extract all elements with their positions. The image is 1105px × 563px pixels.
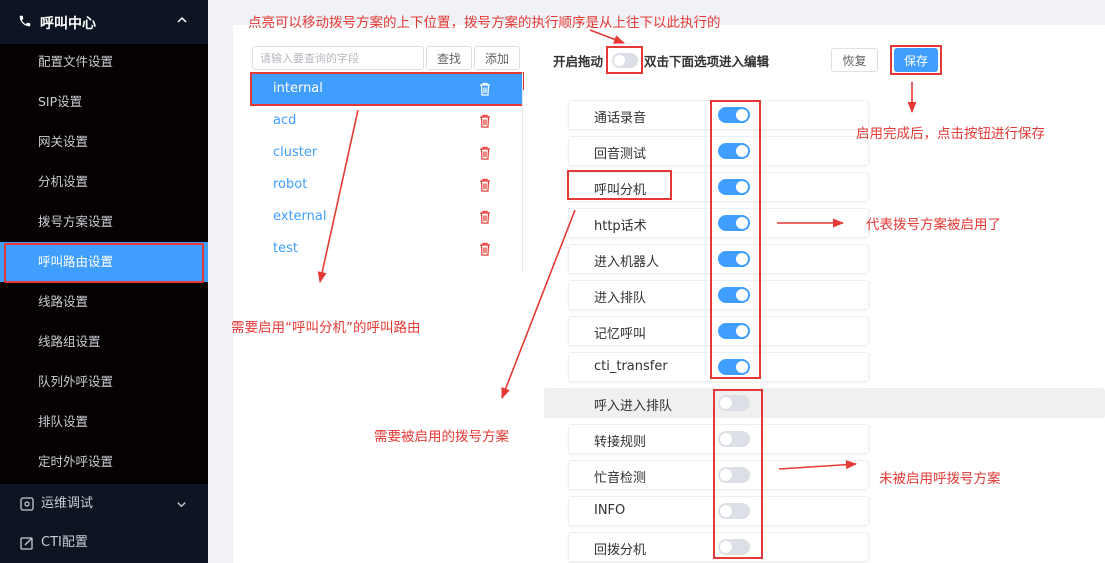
sidebar-item-queue-outbound-settings[interactable]: 队列外呼设置: [0, 362, 208, 402]
chevron-up-icon: [177, 16, 187, 23]
sidebar-item-gateway-settings[interactable]: 网关设置: [0, 122, 208, 162]
search-input[interactable]: [252, 46, 424, 70]
annotation-need-enable: 需要被启用的拨号方案: [374, 429, 509, 445]
sidebar-item-call-route-settings[interactable]: 呼叫路由设置: [0, 242, 208, 283]
sidebar-menu-label: CTI配置: [41, 535, 88, 550]
dialplan-name: cluster: [273, 145, 318, 160]
sidebar-menu-label: 运维调试: [41, 496, 94, 511]
sidebar-section-call-center[interactable]: 呼叫中心: [0, 0, 208, 44]
add-button[interactable]: 添加: [474, 46, 520, 70]
sidebar-item-scheduled-outbound-settings[interactable]: 定时外呼设置: [0, 442, 208, 482]
trash-icon[interactable]: [479, 210, 491, 224]
option-label: 转接规则: [594, 435, 647, 450]
trash-icon[interactable]: [479, 242, 491, 256]
trash-icon[interactable]: [479, 82, 491, 96]
restore-button[interactable]: 恢复: [831, 48, 878, 72]
sidebar-item-queue-settings[interactable]: 排队设置: [0, 402, 208, 442]
option-label: 回拨分机: [594, 543, 647, 558]
option-label: 进入机器人: [594, 255, 660, 270]
option-label: 进入排队: [594, 291, 647, 306]
debug-icon: [20, 497, 34, 511]
sidebar-item-line-group-settings[interactable]: 线路组设置: [0, 322, 208, 362]
enabled-toggles-highlight-box: [710, 100, 761, 379]
sidebar-item-sip-settings[interactable]: SIP设置: [0, 82, 208, 122]
annotation-route: 需要启用“呼叫分机”的呼叫路由: [231, 320, 421, 336]
option-label: 忙音检测: [594, 471, 647, 486]
dialplan-item-acd[interactable]: acd: [252, 106, 522, 136]
annotation-drag-order: 点亮可以移动拨号方案的上下位置，拨号方案的执行顺序是从上往下以此执行的: [248, 15, 721, 31]
option-label: 通话录音: [594, 111, 647, 126]
option-label: 呼入进入排队: [594, 399, 673, 414]
sidebar-item-profile-settings[interactable]: 配置文件设置: [0, 42, 208, 82]
dialplan-name: internal: [273, 81, 323, 96]
dialplan-item-cluster[interactable]: cluster: [252, 138, 522, 168]
sidebar-section-label: 呼叫中心: [40, 16, 96, 32]
trash-icon[interactable]: [479, 114, 491, 128]
dialplan-name: robot: [273, 177, 308, 192]
phone-icon: [19, 15, 31, 27]
option-label: 回音测试: [594, 147, 647, 162]
chevron-down-icon: [177, 502, 186, 508]
option-label: INFO: [594, 503, 626, 518]
dialplan-name: test: [273, 241, 298, 256]
disabled-toggles-highlight-box: [713, 389, 763, 559]
annotation-enabled: 代表拨号方案被启用了: [866, 217, 1001, 233]
sidebar-submenu: 配置文件设置 SIP设置 网关设置 分机设置 拨号方案设置 呼叫路由设置 线路设…: [0, 44, 208, 484]
drag-toggle-highlight-box: [606, 46, 643, 74]
save-button-highlight-box: [890, 45, 942, 75]
dialplan-item-robot[interactable]: robot: [252, 170, 522, 200]
sidebar-item-extension-settings[interactable]: 分机设置: [0, 162, 208, 202]
sidebar-menu-ops-debug[interactable]: 运维调试: [0, 484, 208, 524]
sidebar-item-line-settings[interactable]: 线路设置: [0, 282, 208, 322]
dialplan-item-test[interactable]: test: [252, 234, 522, 264]
option-row-inbound-queue[interactable]: 呼入进入排队: [544, 388, 1105, 418]
annotation-save-hint: 启用完成后，点击按钮进行保存: [856, 126, 1045, 142]
sidebar: 呼叫中心 配置文件设置 SIP设置 网关设置 分机设置 拨号方案设置 呼叫路由设…: [0, 0, 208, 563]
option-label: 记忆呼叫: [594, 327, 647, 342]
dialplan-name: acd: [273, 113, 297, 128]
dialplan-item-internal[interactable]: internal: [250, 72, 524, 106]
dblclick-edit-hint: 双击下面选项进入编辑: [644, 54, 770, 69]
trash-icon[interactable]: [479, 178, 491, 192]
call-extension-highlight-box: [567, 170, 672, 200]
sidebar-item-dialplan-settings[interactable]: 拨号方案设置: [0, 202, 208, 242]
option-label: http话术: [594, 219, 647, 234]
drag-enable-label: 开启拖动: [553, 54, 604, 69]
annotation-disabled: 未被启用呼拨号方案: [879, 471, 1001, 487]
dialplan-name: external: [273, 209, 327, 224]
dialplan-item-external[interactable]: external: [252, 202, 522, 232]
trash-icon[interactable]: [479, 146, 491, 160]
option-label: cti_transfer: [594, 359, 668, 374]
edit-icon: [20, 537, 33, 550]
sidebar-menu-cti-config[interactable]: CTI配置: [0, 523, 208, 563]
find-button[interactable]: 查找: [426, 46, 472, 70]
